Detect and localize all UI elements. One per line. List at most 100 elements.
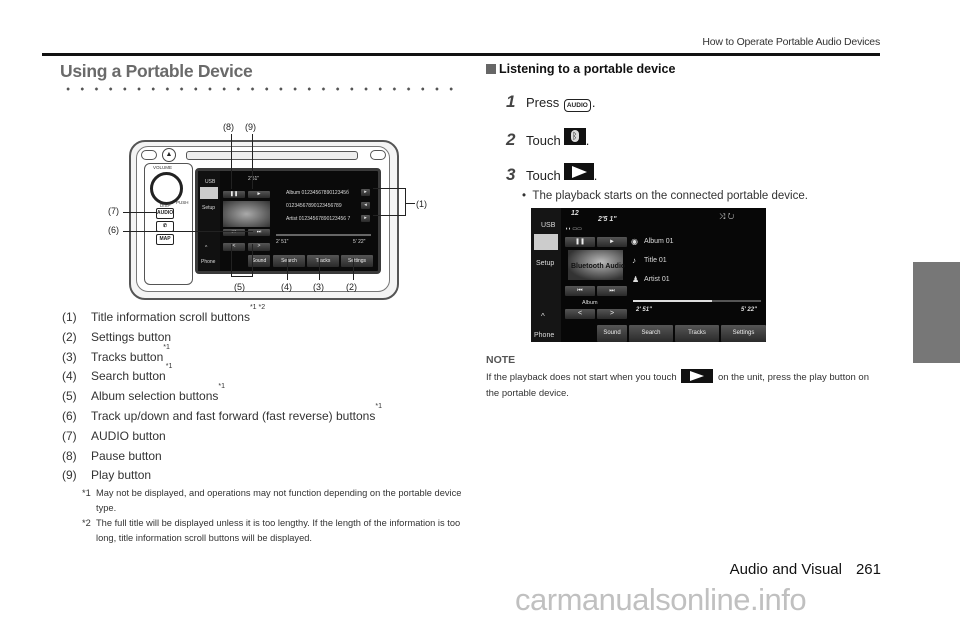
callout-line-9 <box>252 134 253 189</box>
time-display: 2'5 1" <box>598 216 617 223</box>
legend-text: Settings button <box>91 329 172 344</box>
callout-line-3 <box>319 258 320 280</box>
legend-sup: *1 <box>218 383 226 391</box>
shuffle-repeat-icons: ⤨ ↻ <box>719 212 735 221</box>
tracks-button: Tracks <box>307 255 339 267</box>
legend-item: (5) Album selection buttons *1 <box>62 383 382 407</box>
footnote-mark: *1 <box>82 488 91 498</box>
legend-num: (5) <box>62 389 77 404</box>
legend-num: (2) <box>62 329 77 344</box>
diagram-time: 2'51" <box>248 176 260 182</box>
callout-7: (7) <box>108 206 119 216</box>
callout-9: (9) <box>245 122 256 132</box>
footnote-mark: *2 <box>82 518 91 528</box>
legend-text: Play button <box>91 468 152 483</box>
progress-track <box>633 300 761 302</box>
legend-num: (6) <box>62 408 77 423</box>
sidebar-phone: Phone <box>534 332 555 339</box>
legend-text: Track up/down and fast forward (fast rev… <box>91 408 376 423</box>
callout-line-6 <box>123 231 253 232</box>
progress-fill <box>633 300 713 302</box>
legend-sup: *1 <box>375 402 382 410</box>
running-head: How to Operate Portable Audio Devices <box>702 36 880 48</box>
search-button: Search <box>629 325 673 342</box>
footer-section: Audio and Visual <box>729 561 842 578</box>
legend-text: Pause button <box>91 448 162 463</box>
step-number: 3 <box>506 165 516 184</box>
callout-line-1b <box>373 215 405 216</box>
info-album-icon: ◉ <box>631 237 638 246</box>
footnote-text: The full title will be displayed unless … <box>96 518 461 543</box>
scroll-button-album: ▸ <box>361 189 370 196</box>
watermark: carmanualsonline.info <box>515 582 807 617</box>
play-button: ► <box>248 191 270 198</box>
volume-label: VOLUME <box>153 165 173 170</box>
legend-item: (3) Tracks button *1 <box>62 344 382 368</box>
pause-button: ❚❚ <box>223 191 245 198</box>
sidebar-phone: Phone <box>201 259 216 265</box>
album-art <box>223 201 270 227</box>
music-note-icon: ♪ <box>632 256 636 265</box>
step-number: 2 <box>506 130 516 149</box>
map-hw-button: MAP <box>156 234 174 245</box>
battery-icon: ◖◗ ▭▭ <box>565 226 582 232</box>
total-time: 5' 22" <box>741 307 757 313</box>
bluetooth-icon: ᛒ <box>563 128 586 145</box>
sub-heading: Listening to a portable device <box>486 62 675 76</box>
audio-key-icon: AUDIO <box>563 99 591 112</box>
info-artist: Artist 01234567890123456 7 <box>286 216 351 222</box>
step-3: 3 Touch. <box>506 163 597 185</box>
note-text-before: If the playback does not start when you … <box>486 372 677 383</box>
sidebar-usb: USB <box>205 179 216 185</box>
sub-heading-text: Listening to a portable device <box>499 62 676 76</box>
callout-line-5a <box>231 244 232 276</box>
callout-4: (4) <box>281 282 292 292</box>
section-title: Using a Portable Device <box>60 61 253 81</box>
info-album: Album 0123456789012345б <box>286 190 349 196</box>
search-button: Search <box>273 255 305 267</box>
info-title: 01234567890123456789 <box>286 203 342 209</box>
callout-line-5b <box>252 244 253 276</box>
album-prev-button: < <box>223 243 245 251</box>
callout-1: (1) <box>416 199 427 209</box>
info-title: Title 01 <box>644 257 667 264</box>
legend-text: Title information scroll buttons <box>91 310 250 324</box>
sidebar-usb: USB <box>541 222 556 229</box>
callout-line-1c <box>405 188 406 216</box>
artist-icon: ♟ <box>632 275 640 284</box>
diagram-screen-sidebar <box>198 171 220 271</box>
sound-button: Sound <box>597 325 627 342</box>
footnote: *2 The full title will be displayed unles… <box>82 516 467 546</box>
legend-item: (9) Play button <box>62 466 382 486</box>
dotted-divider <box>61 86 461 92</box>
bluetooth-tab-icon <box>534 234 558 250</box>
eject-icon: ▲ <box>162 148 176 162</box>
legend-text: Search button <box>91 369 166 384</box>
callout-3: (3) <box>313 282 324 292</box>
legend-num: (9) <box>62 468 77 483</box>
sidebar-up-chevron: ^ <box>541 312 545 321</box>
step-text: Touch <box>526 133 561 148</box>
settings-button: Settings <box>721 325 766 342</box>
step-1: 1 Press AUDIO. <box>506 92 595 112</box>
bluetooth-icon <box>200 187 218 199</box>
bullet-item: • The playback starts on the connected p… <box>522 190 808 202</box>
scroll-button-title: ◂ <box>361 202 370 209</box>
step-text: Press <box>526 95 560 110</box>
footnote-text: May not be displayed, and operations may… <box>96 488 462 513</box>
footnote: *1 May not be displayed, and operations m… <box>82 486 467 516</box>
page-footer: Audio and Visual 261 <box>730 561 881 578</box>
step-period: . <box>585 133 590 148</box>
diagram-total: 5' 22" <box>353 239 366 245</box>
legend-text: AUDIO button <box>91 428 166 443</box>
footnotes: *1 May not be displayed, and operations m… <box>82 486 467 546</box>
callout-line-8 <box>231 134 232 189</box>
disc-slot <box>186 151 358 160</box>
info-album: Album 01 <box>644 238 674 245</box>
album-next-button: > <box>597 309 627 319</box>
legend-text: Album selection buttons <box>91 389 219 404</box>
track-down-button: ⏮ <box>565 286 595 296</box>
chapter-tab <box>913 262 960 363</box>
pause-button: ❚❚ <box>565 237 595 247</box>
legend-item: (7) AUDIO button <box>62 427 382 447</box>
